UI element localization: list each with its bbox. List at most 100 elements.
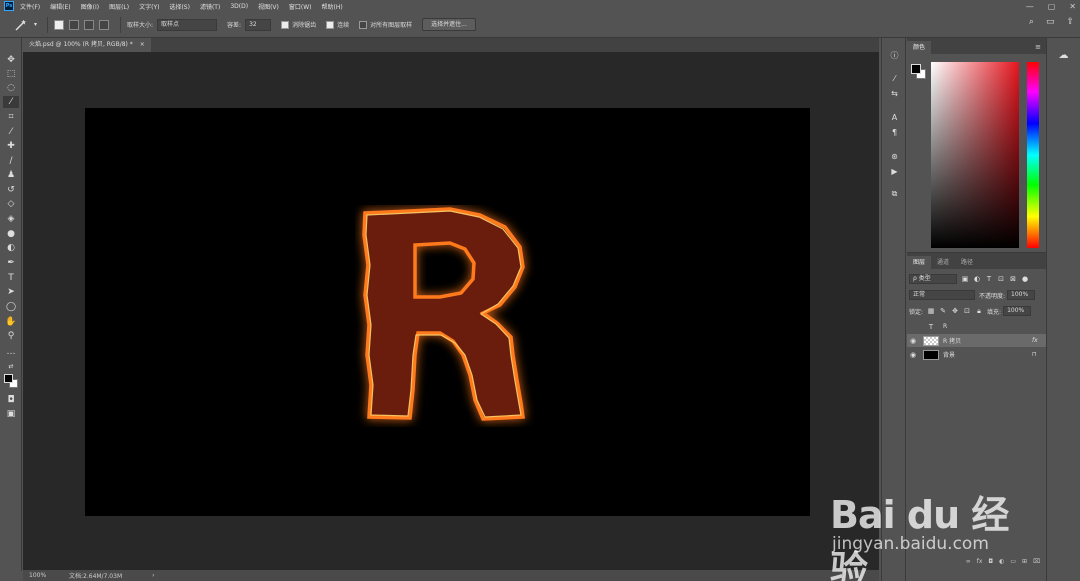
- more-tools-icon[interactable]: …: [3, 346, 19, 358]
- lasso-tool-icon[interactable]: ◌: [3, 82, 19, 94]
- quick-mask-icon[interactable]: ◘: [3, 394, 19, 406]
- filter-toggle-icon[interactable]: ●: [1021, 275, 1029, 283]
- menu-window[interactable]: 窗口(W): [289, 2, 312, 11]
- screen-mode-icon[interactable]: ▣: [3, 408, 19, 420]
- adjustment-filter-icon[interactable]: ◐: [973, 275, 981, 283]
- canvas-workspace[interactable]: [23, 52, 879, 570]
- minimize-button[interactable]: —: [1026, 2, 1034, 11]
- zoom-level[interactable]: 100%: [29, 572, 69, 579]
- swap-colors-icon[interactable]: ⇄: [3, 360, 19, 372]
- status-menu-arrow[interactable]: ›: [152, 572, 154, 579]
- type-filter-icon[interactable]: T: [985, 275, 993, 283]
- layer-filter-select[interactable]: ρ 类型: [909, 274, 957, 284]
- tab-layers[interactable]: 图层: [907, 256, 932, 269]
- eye-icon[interactable]: ◉: [907, 337, 919, 345]
- opacity-input[interactable]: 100%: [1007, 290, 1036, 300]
- menu-edit[interactable]: 编辑(E): [50, 2, 70, 11]
- lock-transparent-icon[interactable]: ▦: [927, 307, 935, 315]
- 3d-icon[interactable]: ⧉: [888, 188, 901, 199]
- tolerance-input[interactable]: 32: [245, 18, 272, 31]
- lock-artboard-icon[interactable]: ⊡: [963, 307, 971, 315]
- layer-row[interactable]: ◉ 背景 ⊓: [907, 348, 1046, 361]
- lock-all-icon[interactable]: 🔒︎: [975, 307, 983, 315]
- blend-mode-select[interactable]: 正常: [909, 290, 975, 300]
- blur-tool-icon[interactable]: ●: [3, 228, 19, 240]
- contiguous-checkbox[interactable]: 连续: [326, 20, 349, 29]
- sample-size-select[interactable]: 取样点: [157, 18, 218, 31]
- shape-filter-icon[interactable]: ⊡: [997, 275, 1005, 283]
- brush-settings-icon[interactable]: ⁄: [888, 73, 901, 84]
- add-selection-button[interactable]: [69, 19, 80, 30]
- zoom-tool-icon[interactable]: ⚲: [3, 330, 19, 342]
- path-selection-tool-icon[interactable]: ➤: [3, 286, 19, 298]
- menu-view[interactable]: 视图(V): [258, 2, 279, 11]
- pixel-filter-icon[interactable]: ▣: [961, 275, 969, 283]
- crop-tool-icon[interactable]: ⌗: [3, 111, 19, 123]
- tab-channels[interactable]: 通道: [931, 256, 955, 269]
- menu-type[interactable]: 文字(Y): [139, 2, 159, 11]
- menu-image[interactable]: 图像(I): [81, 2, 99, 11]
- history-brush-tool-icon[interactable]: ↺: [3, 184, 19, 196]
- magic-wand-tool-icon[interactable]: ⁄: [3, 96, 19, 108]
- share-icon[interactable]: ⇪: [1066, 17, 1074, 27]
- hue-slider[interactable]: [1027, 62, 1039, 248]
- marquee-tool-icon[interactable]: ⬚: [3, 68, 19, 80]
- lock-pixels-icon[interactable]: ✎: [939, 307, 947, 315]
- baidu-watermark: Bai du 经验 jingyan.baidu.com: [826, 466, 1036, 581]
- healing-brush-tool-icon[interactable]: ✚: [3, 140, 19, 152]
- menu-3d[interactable]: 3D(D): [230, 3, 248, 10]
- info-icon[interactable]: ⓘ: [888, 50, 901, 61]
- shape-tool-icon[interactable]: ◯: [3, 301, 19, 313]
- menu-layer[interactable]: 图层(L): [109, 2, 129, 11]
- clone-stamp-tool-icon[interactable]: ♟: [3, 169, 19, 181]
- dodge-tool-icon[interactable]: ◐: [3, 242, 19, 254]
- eye-icon[interactable]: ◉: [907, 351, 919, 359]
- magic-wand-icon[interactable]: [8, 17, 34, 33]
- menu-help[interactable]: 帮助(H): [322, 2, 343, 11]
- menu-file[interactable]: 文件(F): [20, 2, 40, 11]
- fill-input[interactable]: 100%: [1003, 306, 1032, 316]
- foreground-color-swatch[interactable]: [4, 374, 13, 383]
- hand-tool-icon[interactable]: ✋: [3, 316, 19, 328]
- subtract-selection-button[interactable]: [84, 19, 95, 30]
- close-tab-icon[interactable]: ×: [140, 41, 145, 48]
- panel-foreground-swatch[interactable]: [911, 64, 921, 74]
- paragraph-icon[interactable]: ¶: [888, 127, 901, 138]
- intersect-selection-button[interactable]: [99, 19, 110, 30]
- move-tool-icon[interactable]: ✥: [3, 54, 19, 66]
- workspace-icon[interactable]: ▭: [1046, 17, 1055, 27]
- character-icon[interactable]: A: [888, 112, 901, 123]
- select-and-mask-button[interactable]: 选择并遮住...: [422, 18, 476, 31]
- document-canvas[interactable]: [85, 108, 810, 516]
- eraser-tool-icon[interactable]: ◇: [3, 198, 19, 210]
- checkbox-checked-icon: [281, 20, 290, 29]
- libraries-icon[interactable]: ☁: [1057, 50, 1070, 61]
- type-tool-icon[interactable]: T: [3, 272, 19, 284]
- layer-row-selected[interactable]: ◉ R 拷贝 fx: [907, 334, 1046, 347]
- smart-object-filter-icon[interactable]: ⊠: [1009, 275, 1017, 283]
- search-icon[interactable]: ⌕: [1029, 17, 1034, 27]
- paint-bucket-tool-icon[interactable]: ◈: [3, 213, 19, 225]
- document-tab[interactable]: 火焰.psd @ 100% (R 拷贝, RGB/8) * ×: [23, 38, 151, 52]
- new-selection-button[interactable]: [54, 19, 65, 30]
- lock-position-icon[interactable]: ✥: [951, 307, 959, 315]
- chevron-down-icon[interactable]: ▾: [34, 21, 37, 28]
- fx-icon[interactable]: fx: [1032, 337, 1046, 344]
- adjustments-icon[interactable]: ⇆: [888, 88, 901, 99]
- layer-row[interactable]: T R: [907, 320, 1046, 333]
- actions-play-icon[interactable]: ▶: [888, 166, 901, 177]
- pen-tool-icon[interactable]: ✒: [3, 257, 19, 269]
- tab-paths[interactable]: 路径: [955, 256, 979, 269]
- brush-tool-icon[interactable]: ∕: [3, 155, 19, 167]
- tab-color[interactable]: 颜色: [907, 41, 932, 54]
- clone-source-icon[interactable]: ⊛: [888, 151, 901, 162]
- eyedropper-tool-icon[interactable]: ⁄: [3, 126, 19, 138]
- menu-select[interactable]: 选择(S): [169, 2, 190, 11]
- color-picker-field[interactable]: [931, 62, 1019, 248]
- panel-menu-icon[interactable]: ≡: [1035, 43, 1041, 51]
- menu-filter[interactable]: 滤镜(T): [200, 2, 220, 11]
- close-button[interactable]: ✕: [1069, 2, 1076, 11]
- restore-button[interactable]: ▢: [1048, 2, 1056, 11]
- sample-all-layers-checkbox[interactable]: 对所有图层取样: [359, 20, 412, 29]
- anti-alias-checkbox[interactable]: 消除锯齿: [281, 20, 316, 29]
